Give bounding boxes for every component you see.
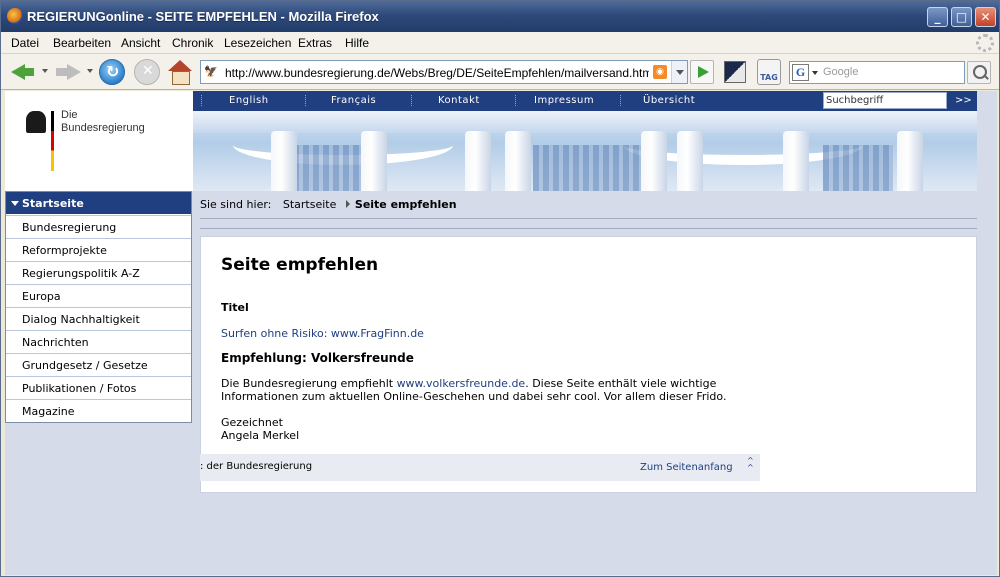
sidenav-item-nachrichten[interactable]: Nachrichten xyxy=(6,330,191,353)
sidenav-item-bundesregierung[interactable]: Bundesregierung xyxy=(6,215,191,238)
signature-line-1: Gezeichnet xyxy=(221,416,283,429)
sidenav-item-regierungspolitik[interactable]: Regierungspolitik A-Z xyxy=(6,261,191,284)
title-label: Titel xyxy=(221,301,249,314)
menu-lesezeichen[interactable]: Lesezeichen xyxy=(224,36,291,50)
minimize-button[interactable]: _ xyxy=(927,7,948,27)
site-logo[interactable]: Die Bundesregierung xyxy=(5,91,193,191)
breadcrumb-arrow-icon xyxy=(345,200,350,208)
page-viewport: Die Bundesregierung English Français Kon… xyxy=(5,91,997,575)
menu-datei[interactable]: Datei xyxy=(11,36,39,50)
site-search-go-button[interactable]: >> xyxy=(955,95,972,106)
eagle-icon xyxy=(23,111,49,137)
close-button[interactable]: ✕ xyxy=(975,7,996,27)
maximize-button[interactable]: □ xyxy=(951,7,972,27)
forward-history-dropdown-icon[interactable] xyxy=(87,69,93,73)
nav-separator xyxy=(305,95,306,106)
forward-arrow-icon[interactable] xyxy=(55,59,81,85)
recommendation-heading: Empfehlung: Volkersfreunde xyxy=(221,351,414,365)
search-engine-dropdown-icon[interactable] xyxy=(812,71,818,75)
recommended-link[interactable]: www.volkersfreunde.de xyxy=(397,377,526,390)
signature-line-2: Angela Merkel xyxy=(221,429,300,442)
sidenav-item-dialog[interactable]: Dialog Nachhaltigkeit xyxy=(6,307,191,330)
home-icon[interactable] xyxy=(167,59,193,85)
side-navigation: Startseite Bundesregierung Reformprojekt… xyxy=(5,191,192,423)
hero-column xyxy=(897,131,923,191)
nav-impressum[interactable]: Impressum xyxy=(534,95,594,106)
sidenav-item-grundgesetz[interactable]: Grundgesetz / Gesetze xyxy=(6,353,191,376)
divider xyxy=(200,228,977,229)
stop-icon[interactable]: ✕ xyxy=(134,59,160,85)
title-bar: REGIERUNGonline - SEITE EMPFEHLEN - Mozi… xyxy=(1,1,999,32)
nav-francais[interactable]: Français xyxy=(331,95,376,106)
header-image xyxy=(193,111,977,191)
hero-column xyxy=(505,131,531,191)
hero-column xyxy=(465,131,491,191)
back-to-top-link[interactable]: Zum Seitenanfang xyxy=(640,462,733,473)
hero-windows xyxy=(533,145,643,191)
hero-column xyxy=(271,131,297,191)
firefox-icon xyxy=(7,8,23,24)
sidenav-item-reformprojekte[interactable]: Reformprojekte xyxy=(6,238,191,261)
nav-uebersicht[interactable]: Übersicht xyxy=(643,95,695,106)
nav-separator xyxy=(201,95,202,106)
breadcrumb-home-link[interactable]: Startseite xyxy=(283,198,337,211)
hero-column xyxy=(361,131,387,191)
recommendation-text: Die Bundesregierung empfiehlt www.volker… xyxy=(221,377,781,403)
logo-line-1: Die xyxy=(61,109,78,121)
rss-feed-icon[interactable]: ◉ xyxy=(653,65,667,79)
logo-text: Die Bundesregierung xyxy=(61,109,145,135)
sidenav-item-magazine[interactable]: Magazine xyxy=(6,399,191,422)
window-title: REGIERUNGonline - SEITE EMPFEHLEN - Mozi… xyxy=(27,9,379,24)
breadcrumb-current: Seite empfehlen xyxy=(354,198,457,211)
site-top-navigation: English Français Kontakt Impressum Übers… xyxy=(193,91,977,111)
footer-text: : der Bundesregierung xyxy=(200,461,313,472)
para-text-before: Die Bundesregierung empfiehlt xyxy=(221,377,397,390)
search-placeholder: Google xyxy=(823,66,859,78)
tag-button[interactable]: TAG xyxy=(757,59,781,85)
menu-bar: Datei Bearbeiten Ansicht Chronik Lesezei… xyxy=(1,32,999,54)
sidenav-item-publikationen[interactable]: Publikationen / Fotos xyxy=(6,376,191,399)
hero-column xyxy=(783,131,809,191)
back-history-dropdown-icon[interactable] xyxy=(42,69,48,73)
extension-icon[interactable] xyxy=(724,61,746,83)
url-history-dropdown[interactable] xyxy=(671,61,687,83)
site-identity-icon[interactable]: 🦅 xyxy=(204,65,218,79)
menu-hilfe[interactable]: Hilfe xyxy=(345,36,369,50)
go-icon[interactable] xyxy=(690,60,714,84)
nav-kontakt[interactable]: Kontakt xyxy=(438,95,480,106)
sidenav-home[interactable]: Startseite xyxy=(6,192,191,215)
back-to-top-icon[interactable]: ^ ^ xyxy=(747,457,754,472)
web-search-input[interactable]: G Google xyxy=(789,61,965,84)
nav-separator xyxy=(411,95,412,106)
page-title: Seite empfehlen xyxy=(221,255,379,275)
back-arrow-icon[interactable] xyxy=(9,59,35,85)
teaser-link[interactable]: Surfen ohne Risiko: www.FragFinn.de xyxy=(221,327,424,340)
hero-column xyxy=(641,131,667,191)
hero-column xyxy=(677,131,703,191)
nav-english[interactable]: English xyxy=(229,95,269,106)
browser-window: REGIERUNGonline - SEITE EMPFEHLEN - Mozi… xyxy=(0,0,1000,577)
content-footer: : der Bundesregierung Zum Seitenanfang ^… xyxy=(200,454,760,481)
nav-separator xyxy=(620,95,621,106)
url-text[interactable]: http://www.bundesregierung.de/Webs/Breg/… xyxy=(225,66,649,80)
menu-ansicht[interactable]: Ansicht xyxy=(121,36,160,50)
menu-extras[interactable]: Extras xyxy=(298,36,332,50)
throbber-icon xyxy=(976,34,994,52)
menu-bearbeiten[interactable]: Bearbeiten xyxy=(53,36,111,50)
site-search-input[interactable]: Suchbegriff xyxy=(823,92,947,109)
reload-icon[interactable]: ↻ xyxy=(99,59,125,85)
address-bar[interactable]: 🦅 http://www.bundesregierung.de/Webs/Bre… xyxy=(200,60,688,84)
breadcrumb-label: Sie sind hier: xyxy=(200,198,272,211)
nav-separator xyxy=(515,95,516,106)
search-icon[interactable] xyxy=(967,61,991,84)
flag-stripe xyxy=(51,111,54,171)
breadcrumb: Sie sind hier: Startseite Seite empfehle… xyxy=(200,198,457,211)
hero-windows xyxy=(823,145,893,191)
menu-chronik[interactable]: Chronik xyxy=(172,36,213,50)
sidenav-item-europa[interactable]: Europa xyxy=(6,284,191,307)
logo-line-2: Bundesregierung xyxy=(61,122,145,134)
divider xyxy=(200,218,977,219)
search-engine-icon[interactable]: G xyxy=(792,64,809,81)
